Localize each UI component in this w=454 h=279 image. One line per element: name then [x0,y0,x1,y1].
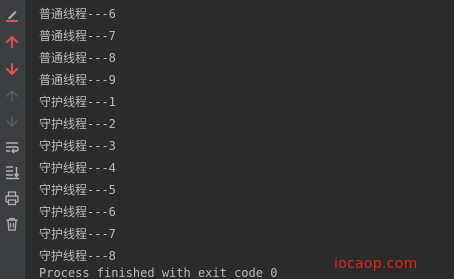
console-line: 守护线程---4 [39,161,116,175]
console-line: 守护线程---1 [39,95,116,109]
console-line: 守护线程---5 [39,183,116,197]
watermark: iocaop.com [334,256,418,272]
console-line: 普通线程---8 [39,51,116,65]
console-line: 守护线程---6 [39,205,116,219]
print-icon[interactable] [2,188,22,208]
console-line: 守护线程---2 [39,117,116,131]
soft-wrap-icon[interactable] [2,137,22,157]
exit-message: Process finished with exit code 0 [39,266,278,279]
console-output: 普通线程---6 普通线程---7 普通线程---8 普通线程---9 守护线程… [39,3,454,267]
console-line: 普通线程---6 [39,7,116,21]
console-line: 普通线程---9 [39,73,116,87]
arrow-down-disabled-icon [2,111,22,131]
arrow-up-icon[interactable] [2,32,22,52]
scroll-to-end-icon[interactable] [2,162,22,182]
arrow-up-disabled-icon [2,86,22,106]
run-console-window: 普通线程---6 普通线程---7 普通线程---8 普通线程---9 守护线程… [0,0,454,279]
console-line: 普通线程---7 [39,29,116,43]
trash-icon[interactable] [2,214,22,234]
arrow-down-icon[interactable] [2,59,22,79]
gutter-divider [25,0,26,279]
console-line: 守护线程---7 [39,227,116,241]
console-toolbar [0,0,25,279]
console-line: 守护线程---3 [39,139,116,153]
rerun-icon[interactable] [2,5,22,25]
